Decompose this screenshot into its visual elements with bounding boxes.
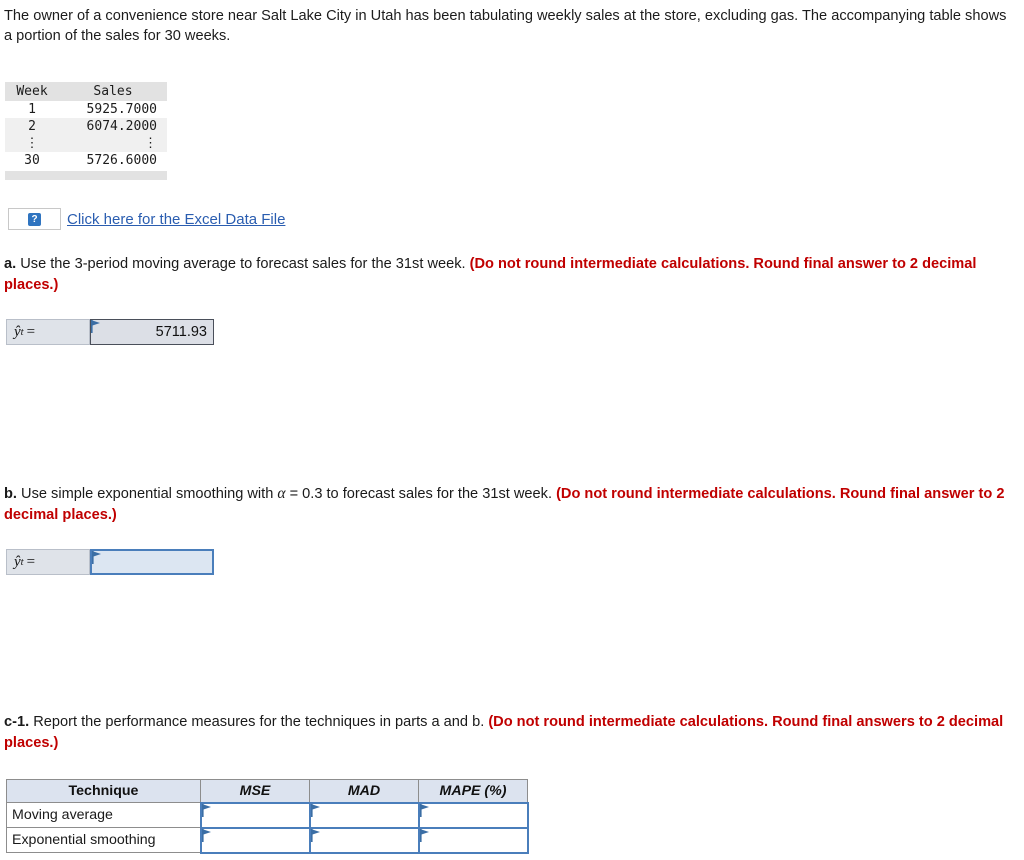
cell-flag-marker-icon [91,320,100,333]
performance-measures-table: Technique MSE MAD MAPE (%) Moving averag… [6,779,529,854]
cell-week: 1 [28,102,36,117]
question-b-prompt-after: = 0.3 to forecast sales for the 31st wee… [285,486,557,502]
answer-row-b: ŷ t = [6,549,214,575]
question-a-prompt: Use the 3-period moving average to forec… [16,256,470,272]
question-c1-text: c-1. Report the performance measures for… [4,712,1020,753]
input-exponential-smoothing-mad[interactable] [308,826,420,854]
table-row: 2 6074.2000 [5,118,167,135]
table-row-ellipsis: ⋮ ⋮ [5,135,167,152]
answer-label-b: ŷ t = [6,549,90,575]
cell-week-ellipsis: ⋮ [5,135,61,152]
cell-technique-moving-average: Moving average [6,802,201,828]
sales-data-table: Week Sales 1 5925.7000 2 6074.2000 ⋮ ⋮ 3… [5,82,167,180]
yhat-symbol: ŷ [14,323,21,340]
input-exponential-smoothing-mape[interactable] [417,826,529,854]
input-moving-average-mad[interactable] [308,801,420,829]
answer-input-a[interactable]: 5711.93 [90,319,214,345]
sales-table: Week Sales 1 5925.7000 2 6074.2000 ⋮ ⋮ 3… [5,82,167,169]
column-header-sales: Sales [61,82,167,101]
cell-flag-marker-icon [201,803,211,817]
column-header-mse: MSE [200,779,310,803]
cell-flag-marker-icon [92,551,101,564]
cell-flag-marker-icon [419,803,429,817]
column-header-technique: Technique [6,779,201,803]
alpha-symbol: α [277,485,286,502]
excel-data-file-row: ? Click here for the Excel Data File [8,208,285,230]
column-header-week: Week [5,82,61,101]
cell-sales: 6074.2000 [61,118,167,135]
excel-data-file-link[interactable]: Click here for the Excel Data File [67,211,285,228]
yhat-symbol: ŷ [14,553,21,570]
question-b-text: b. Use simple exponential smoothing with… [4,484,1020,525]
answer-label-a: ŷ t = [6,319,90,345]
input-moving-average-mape[interactable] [417,801,529,829]
table-row: Exponential smoothing [6,826,529,854]
table-row: Moving average [6,801,529,829]
cell-flag-marker-icon [419,828,429,842]
table-footer-bar [5,171,167,180]
cell-flag-marker-icon [201,828,211,842]
perf-table: Technique MSE MAD MAPE (%) Moving averag… [6,779,529,854]
cell-flag-marker-icon [310,828,320,842]
cell-sales-ellipsis: ⋮ [61,135,167,152]
question-a-text: a. Use the 3-period moving average to fo… [4,254,1020,295]
table-row: 30 5726.6000 [5,152,167,169]
cell-technique-exponential-smoothing: Exponential smoothing [6,827,201,853]
intro-paragraph: The owner of a convenience store near Sa… [4,8,1007,44]
question-c1-prompt: Report the performance measures for the … [29,714,489,730]
table-header-row: Week Sales [5,82,167,101]
equals-sign: = [26,553,36,570]
cell-sales: 5726.6000 [86,153,157,168]
broken-image-icon: ? [8,208,61,230]
input-moving-average-mse[interactable] [199,801,311,829]
input-exponential-smoothing-mse[interactable] [199,826,311,854]
question-b-prompt-before: Use simple exponential smoothing with [16,486,278,502]
answer-row-a: ŷ t = 5711.93 [6,319,214,345]
question-mark-icon: ? [28,212,41,226]
equals-sign: = [26,323,36,340]
cell-week: 30 [24,153,40,168]
column-header-mad: MAD [309,779,419,803]
table-row: 1 5925.7000 [5,101,167,118]
answer-input-b[interactable] [90,549,214,575]
column-header-mape: MAPE (%) [418,779,528,803]
question-b-label: b. [4,486,17,502]
cell-sales: 5925.7000 [86,102,157,117]
yhat-subscript: t [20,326,24,338]
cell-flag-marker-icon [310,803,320,817]
question-a-label: a. [4,256,17,272]
yhat-subscript: t [20,556,24,568]
question-c1-label: c-1. [4,714,30,730]
cell-week: 2 [5,118,61,135]
perf-header-row: Technique MSE MAD MAPE (%) [6,779,528,803]
answer-value-a: 5711.93 [155,324,207,340]
